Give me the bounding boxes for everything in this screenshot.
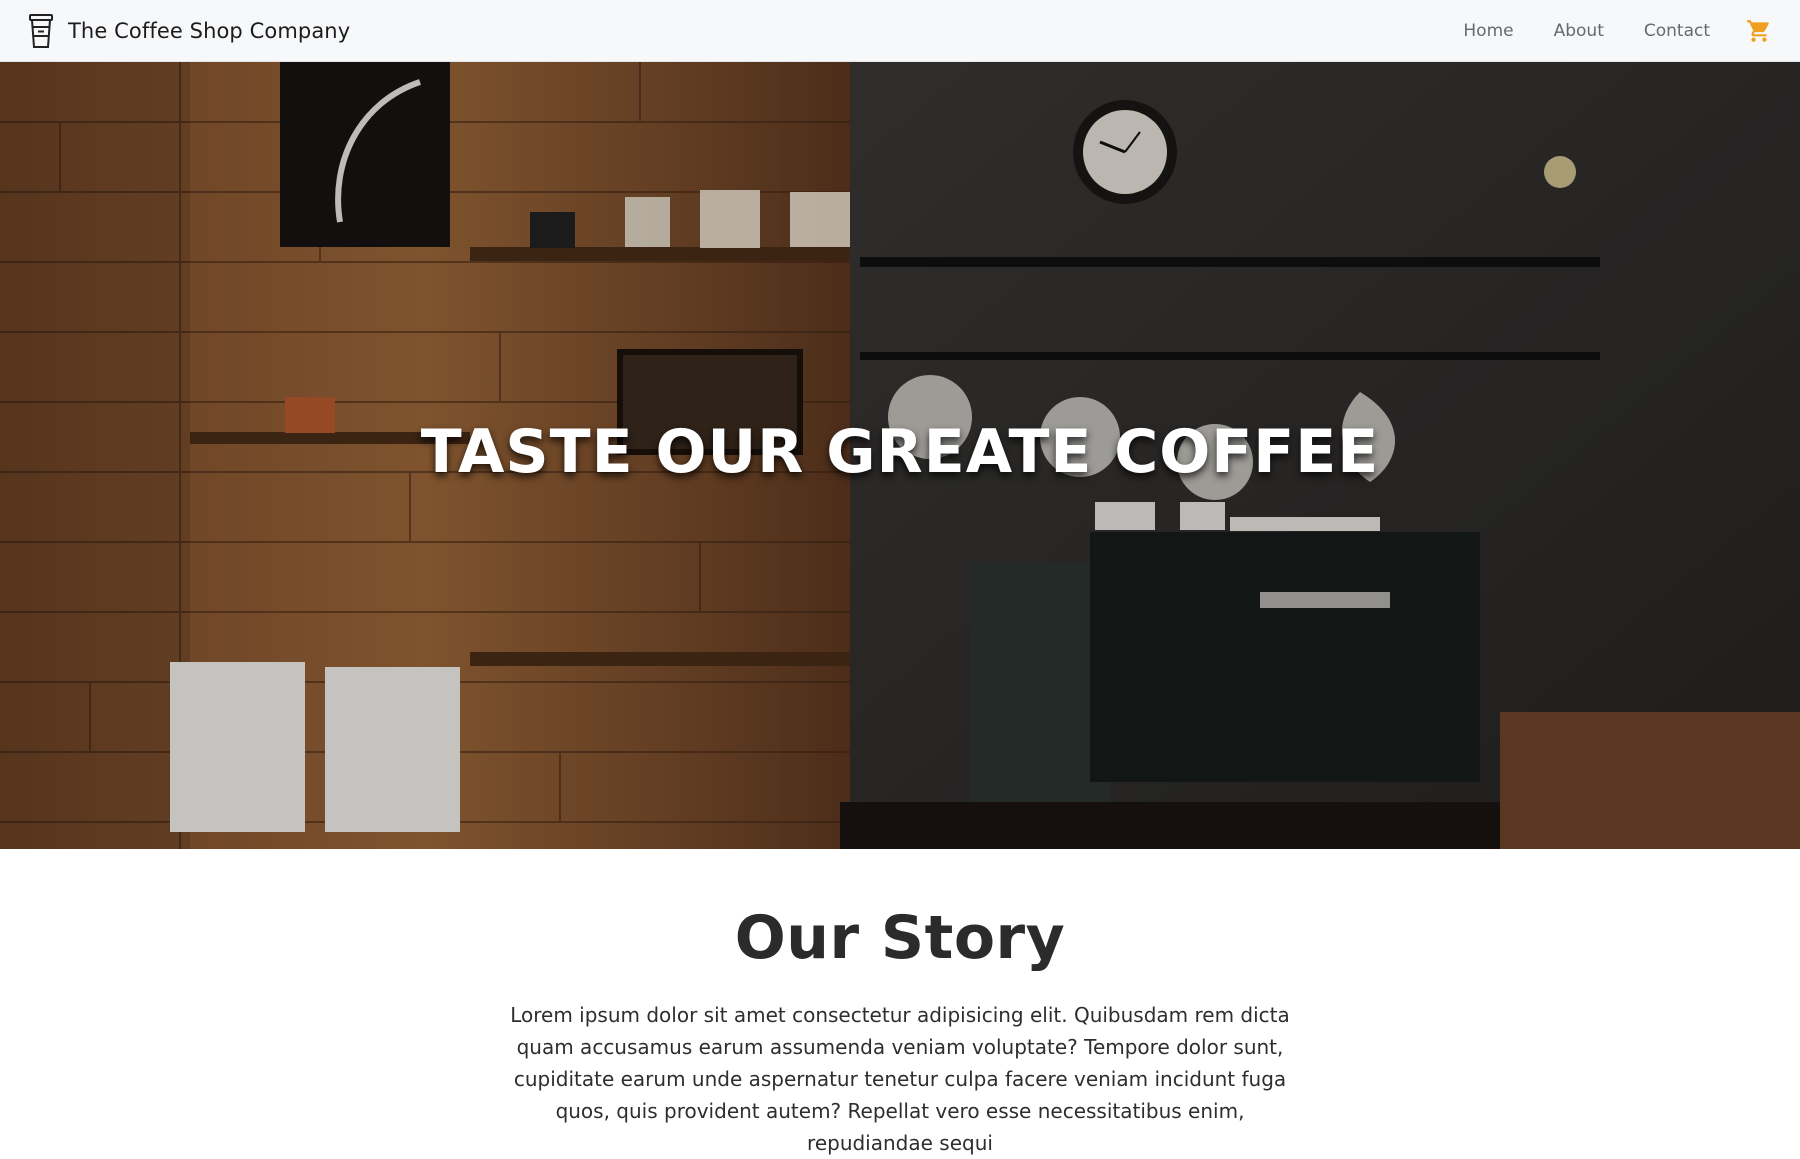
hero-banner: TASTE OUR GREATE COFFEE: [0, 62, 1800, 849]
brand-name: The Coffee Shop Company: [68, 18, 351, 43]
story-heading: Our Story: [734, 903, 1066, 973]
our-story-section: Our Story Lorem ipsum dolor sit amet con…: [0, 849, 1800, 1155]
nav-link-home[interactable]: Home: [1463, 21, 1513, 41]
story-text: Lorem ipsum dolor sit amet consectetur a…: [510, 1003, 1290, 1155]
shopping-cart-icon[interactable]: [1746, 18, 1772, 44]
hero-title: TASTE OUR GREATE COFFEE: [420, 417, 1380, 487]
navbar: The Coffee Shop Company Home About Conta…: [0, 0, 1800, 62]
nav-links: Home About Contact: [1423, 18, 1772, 44]
nav-link-about[interactable]: About: [1554, 21, 1604, 41]
coffee-cup-icon: [29, 13, 53, 48]
brand[interactable]: The Coffee Shop Company: [28, 13, 351, 48]
nav-link-contact[interactable]: Contact: [1644, 21, 1710, 41]
